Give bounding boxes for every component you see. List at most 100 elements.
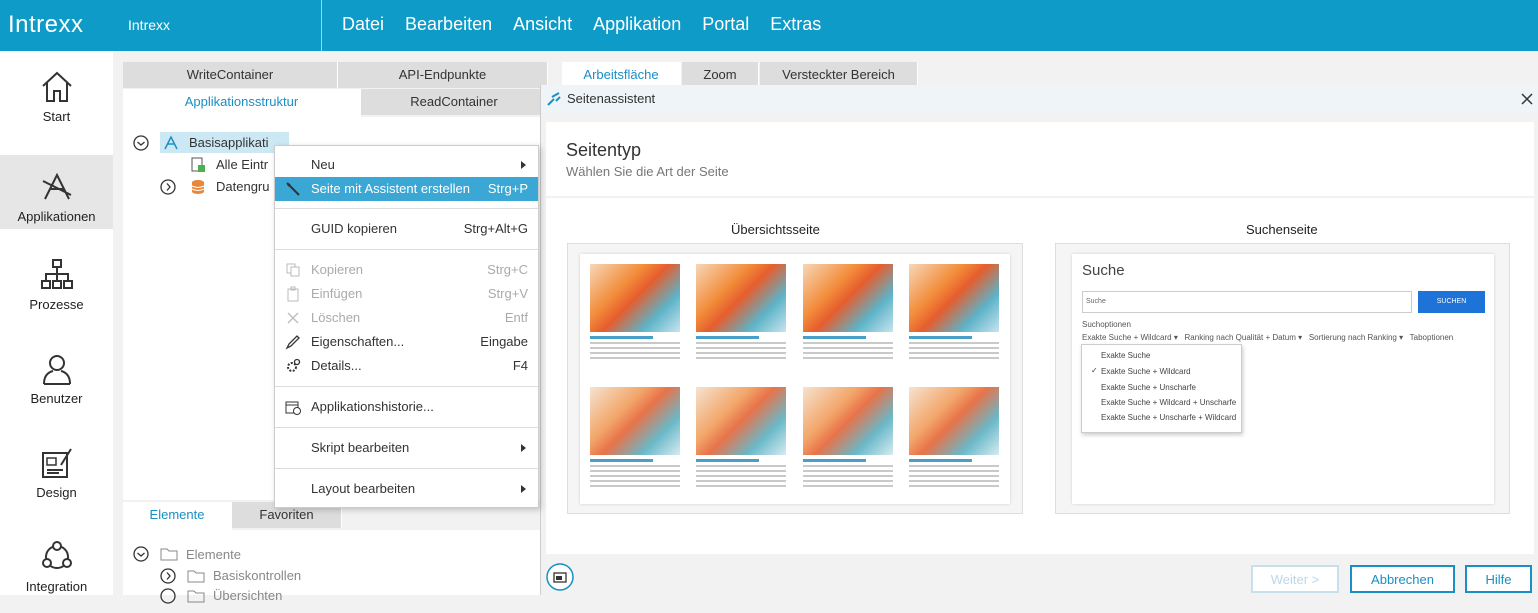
close-icon[interactable] [1521,93,1533,105]
nav-benutzer[interactable]: Benutzer [0,351,113,425]
wizard-icon [547,92,561,106]
overview-expand-icon[interactable] [160,588,176,604]
tab-applikationsstruktur[interactable]: Applikationsstruktur [123,89,361,117]
paste-icon [287,286,299,302]
tree-item-alle-eintraege[interactable]: Alle Eintr [216,157,268,172]
menu-item-guid[interactable]: GUID kopieren Strg+Alt+G [275,217,538,241]
menu-item-label: Einfügen [311,286,363,301]
nav-applikationen[interactable]: Applikationen [0,155,113,229]
menu-item-label: Kopieren [311,262,364,277]
calendar-history-icon [285,401,301,415]
menu-ansicht[interactable]: Ansicht [513,14,572,35]
preview-card [803,387,893,497]
elements-basiskontrollen[interactable]: Basiskontrollen [213,568,301,583]
home-icon [41,71,72,102]
menu-separator [275,427,538,428]
preview-card [909,264,999,374]
menu-item-wizard[interactable]: Seite mit Assistent erstellen Strg+P [275,177,538,201]
menu-item-shortcut: F4 [512,358,528,373]
dialog-heading: Seitentyp [566,140,642,160]
menu-item-neu[interactable]: Neu [275,153,538,177]
application-icon [164,135,178,150]
menu-separator [275,249,538,250]
elements-uebersichten[interactable]: Übersichten [213,588,282,603]
search-mode-dropdown: Exakte Suche ✓ Exakte Suche + Wildcard E… [1081,344,1242,433]
process-icon [40,259,73,289]
menu-item-label: Neu [311,157,335,172]
menu-item-label: Details... [311,358,362,373]
nav-design[interactable]: Design [0,445,113,519]
next-button[interactable]: Weiter > [1251,565,1339,593]
menu-portal[interactable]: Portal [702,14,749,35]
menu-item-layout[interactable]: Layout bearbeiten [275,477,538,501]
menu-item-shortcut: Strg+C [487,262,528,277]
tree-root[interactable]: Basisapplikati [189,135,269,150]
menu-item-shortcut: Eingabe [480,334,528,349]
elements-collapse-icon[interactable] [133,546,149,562]
menu-applikation[interactable]: Applikation [593,14,681,35]
menu-item-history[interactable]: Applikationshistorie... [275,395,538,419]
menu-separator [275,386,538,387]
search-preview-title: Suche [1082,262,1125,279]
search-preview-button: SUCHEN [1418,291,1485,313]
elements-root[interactable]: Elemente [186,547,241,562]
basic-expand-icon[interactable] [160,568,176,584]
nav-benutzer-label: Benutzer [30,391,83,406]
menu-item-label: Skript bearbeiten [311,440,410,455]
submenu-arrow-icon [521,444,526,452]
menu-item-paste[interactable]: Einfügen Strg+V [275,282,538,306]
opt-rank: Ranking nach Qualität + Datum [1184,333,1296,342]
nav-start[interactable]: Start [0,69,113,143]
tree-item-datengruppe[interactable]: Datengru [216,179,269,194]
menu-item-delete[interactable]: Löschen Entf [275,306,538,330]
opt-tabs: Taboptionen [1409,333,1454,342]
preview-card [803,264,893,374]
context-menu: Neu Seite mit Assistent erstellen Strg+P … [274,145,539,508]
page-icon [191,157,205,172]
dialog-subheading: Wählen Sie die Art der Seite [566,164,729,179]
copy-icon [286,263,300,277]
help-button[interactable]: Hilfe [1465,565,1532,593]
nav-prozesse[interactable]: Prozesse [0,257,113,331]
nav-integration[interactable]: Integration [0,539,113,613]
tab-readcontainer[interactable]: ReadContainer [361,89,548,115]
search-options-row: Exakte Suche + Wildcard ▾ Ranking nach Q… [1082,333,1454,342]
nav-prozesse-label: Prozesse [29,297,84,312]
dropdown-option: Exakte Suche [1101,351,1151,360]
dropdown-option: Exakte Suche + Unscharfe [1101,383,1196,392]
opt-mode: Exakte Suche + Wildcard [1082,333,1172,342]
pencil-icon [285,335,300,350]
tab-writecontainer[interactable]: WriteContainer [123,62,338,88]
user-icon [42,355,71,385]
tab-api-endpunkte[interactable]: API-Endpunkte [338,62,548,88]
folder-icon [160,548,178,561]
elements-panel [123,530,540,595]
collapse-icon[interactable] [133,135,149,151]
submenu-arrow-icon [521,485,526,493]
option-overview-card[interactable] [567,243,1023,514]
preview-card [909,387,999,497]
menu-item-script[interactable]: Skript bearbeiten [275,436,538,460]
dialog-header: Seitentyp Wählen Sie die Art der Seite [546,122,1534,196]
overview-preview [580,254,1010,504]
menu-bearbeiten[interactable]: Bearbeiten [405,14,492,35]
menu-item-details[interactable]: Details... F4 [275,354,538,378]
menu-item-copy[interactable]: Kopieren Strg+C [275,258,538,282]
preview-card [590,264,680,374]
topbar-divider [321,0,322,51]
menu-item-shortcut: Entf [504,310,528,325]
expand-icon[interactable] [160,179,176,195]
tab-elemente[interactable]: Elemente [123,502,232,530]
menu-item-label: Applikationshistorie... [311,399,434,414]
menu-separator [275,468,538,469]
menu-datei[interactable]: Datei [342,14,384,35]
menu-item-properties[interactable]: Eigenschaften... Eingabe [275,330,538,354]
option-overview-label: Übersichtsseite [731,222,820,237]
menu-separator [275,208,538,209]
menu-item-label: Layout bearbeiten [311,481,416,496]
nav-applikationen-label: Applikationen [17,209,96,224]
option-search-label: Suchenseite [1246,222,1318,237]
window-mode-icon[interactable] [546,563,574,591]
menu-extras[interactable]: Extras [770,14,821,35]
cancel-button[interactable]: Abbrechen [1350,565,1455,593]
